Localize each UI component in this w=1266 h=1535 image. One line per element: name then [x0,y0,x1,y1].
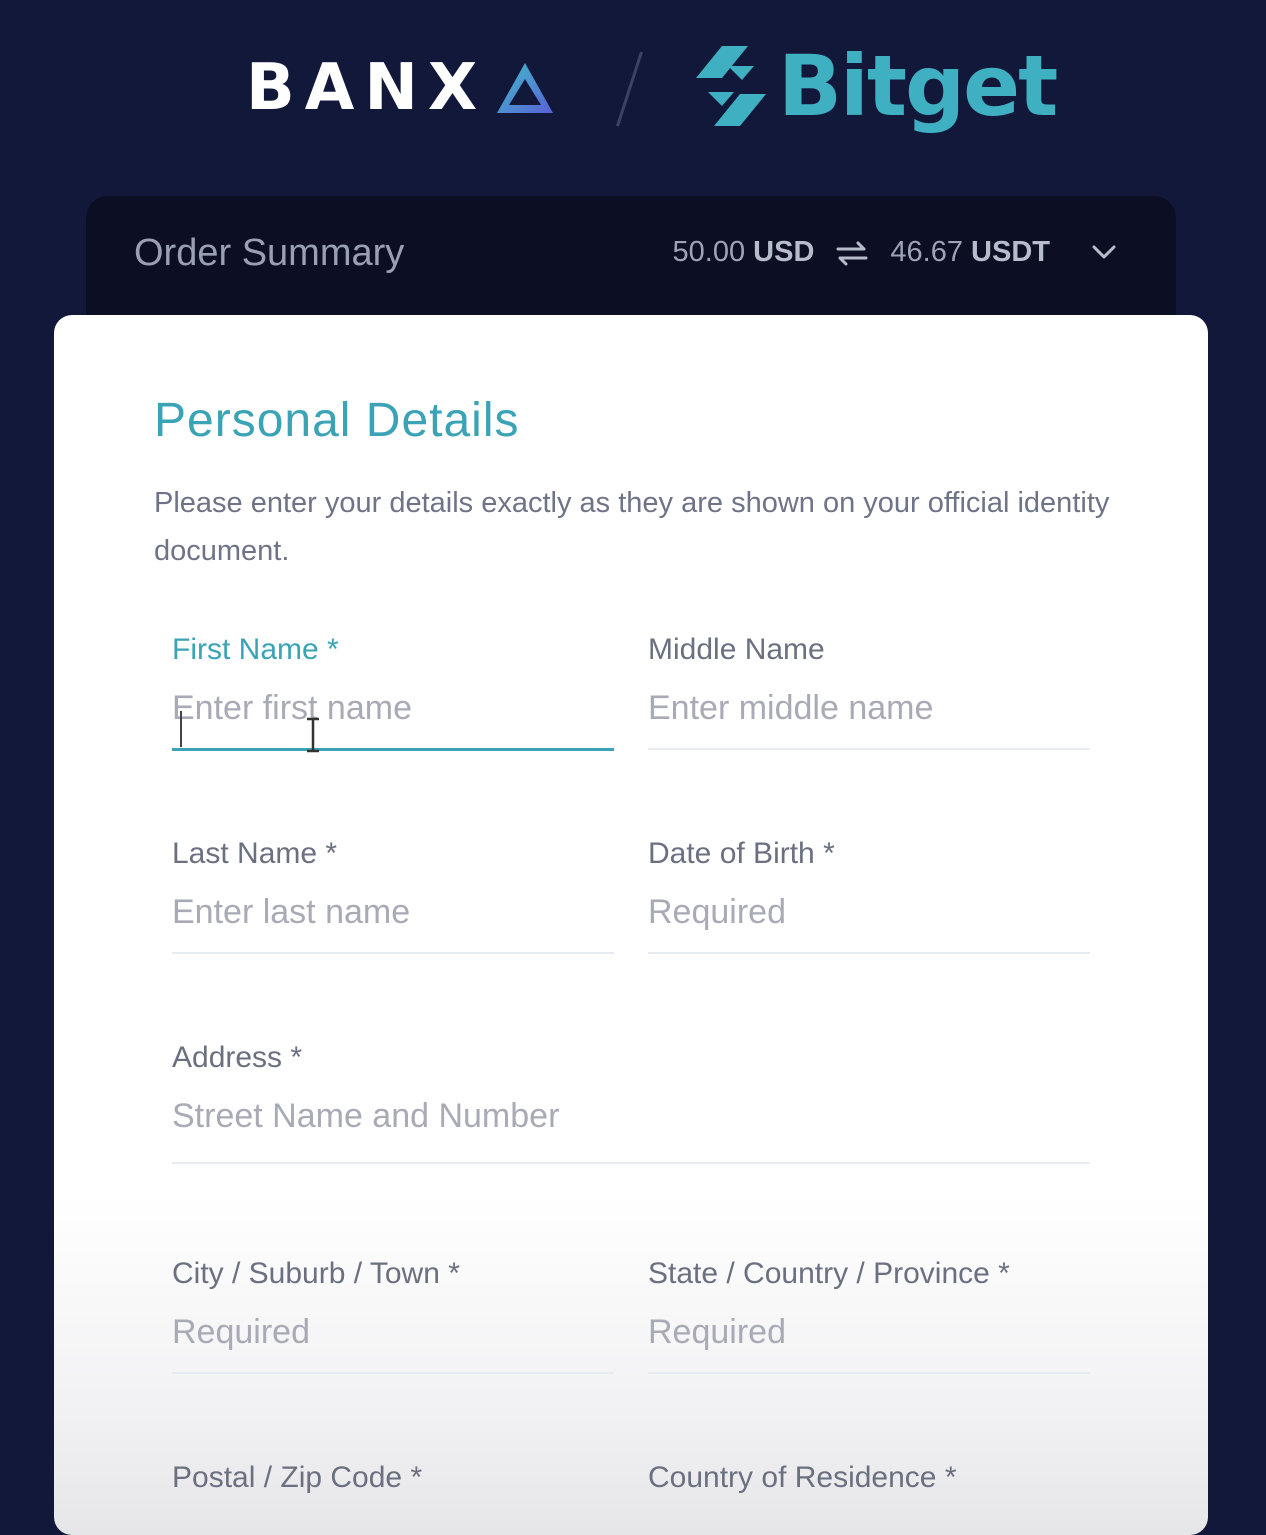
city-input[interactable] [172,1313,614,1352]
order-summary-title: Order Summary [134,232,405,274]
address-input[interactable] [172,1097,1090,1136]
country-of-residence-label: Country of Residence * [648,1461,957,1494]
middle-name-underline [648,748,1090,750]
first-name-input[interactable] [172,689,614,728]
middle-name-label: Middle Name [648,633,825,666]
personal-details-card: Personal Details Please enter your detai… [54,315,1208,1535]
city-label: City / Suburb / Town * [172,1257,460,1290]
bitget-arrows-icon [696,46,766,126]
page-title: Personal Details [154,394,520,447]
address-field: Address * [172,1041,1090,1164]
first-name-underline [172,748,614,751]
postal-code-field: Postal / Zip Code * [172,1461,614,1495]
logo-divider [616,51,643,127]
first-name-field: First Name * [172,633,614,753]
banxa-triangle-icon [497,63,554,113]
address-label: Address * [172,1041,303,1074]
postal-code-label: Postal / Zip Code * [172,1461,423,1494]
date-of-birth-label: Date of Birth * [648,837,835,870]
last-name-input[interactable] [172,893,614,932]
date-of-birth-underline [648,952,1090,954]
from-amount: 50.00 [672,236,746,268]
middle-name-input[interactable] [648,689,1090,728]
form-description: Please enter your details exactly as the… [154,487,1110,567]
last-name-label: Last Name * [172,837,338,870]
chevron-down-icon[interactable] [1090,242,1118,262]
swap-arrows-icon [836,241,868,265]
header: BANX Bitget [0,0,1266,180]
date-of-birth-field: Date of Birth * [648,837,1090,954]
middle-name-field: Middle Name [648,633,1090,750]
to-currency: USDT [971,236,1050,268]
date-of-birth-input[interactable] [648,893,1090,932]
country-of-residence-field: Country of Residence * [648,1461,1090,1495]
banxa-logo-text: BANX [246,51,488,125]
city-field: City / Suburb / Town * [172,1257,614,1374]
text-caret [180,711,182,747]
state-field: State / Country / Province * [648,1257,1090,1374]
from-currency: USD [753,236,815,268]
banxa-logo: BANX [246,56,557,120]
state-underline [648,1372,1090,1374]
state-input[interactable] [648,1313,1090,1352]
address-underline [172,1162,1090,1164]
first-name-label: First Name * [172,633,339,666]
city-underline [172,1372,614,1374]
last-name-field: Last Name * [172,837,614,954]
bitget-logo: Bitget [688,37,1058,135]
state-label: State / Country / Province * [648,1257,1010,1290]
text-cursor-icon [307,717,319,753]
order-summary-amounts: 50.00 USD 46.67 USDT [673,236,1050,269]
last-name-underline [172,952,614,954]
bitget-logo-text: Bitget [778,37,1058,135]
to-amount: 46.67 [890,236,963,268]
